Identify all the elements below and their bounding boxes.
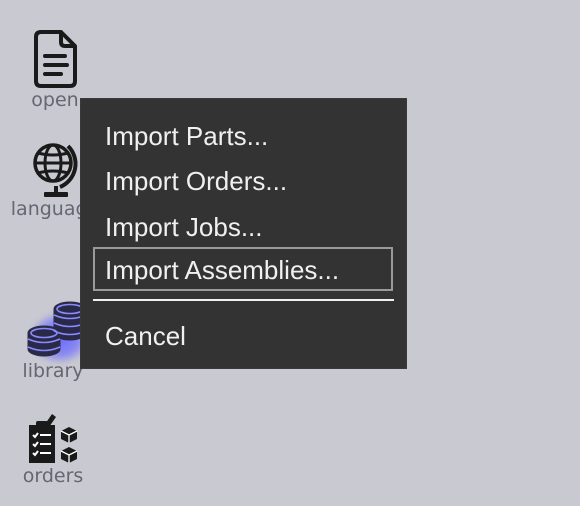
menu-item-import-jobs[interactable]: Import Jobs... — [93, 204, 393, 248]
import-context-menu: Import Parts... Import Orders... Import … — [81, 99, 406, 368]
globe-icon — [33, 143, 78, 197]
sidebar-item-orders[interactable]: orders — [3, 413, 103, 487]
coins-stack-icon — [27, 301, 86, 357]
menu-item-import-orders[interactable]: Import Orders... — [93, 158, 393, 202]
checklist-boxes-icon — [29, 414, 78, 463]
menu-item-import-assemblies[interactable]: Import Assemblies... — [93, 247, 393, 291]
document-icon — [34, 30, 77, 88]
sidebar-item-label: orders — [22, 465, 84, 487]
menu-separator — [93, 299, 394, 301]
menu-item-import-parts[interactable]: Import Parts... — [93, 113, 393, 157]
menu-item-cancel[interactable]: Cancel — [93, 313, 393, 357]
